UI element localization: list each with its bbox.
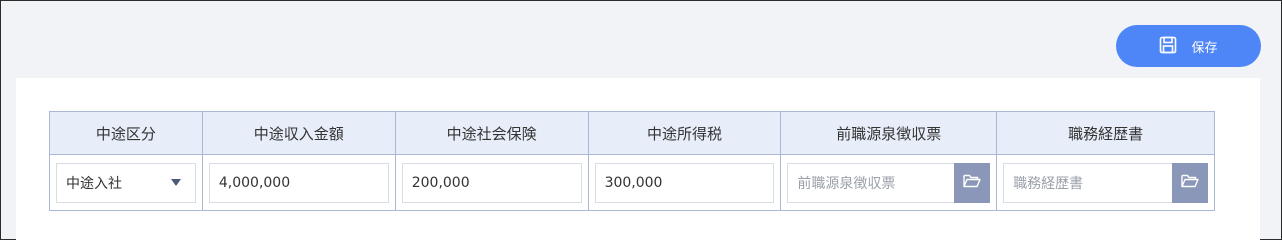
content-panel: 中途区分 中途収入金額 中途社会保険 中途所得税 前職源泉徴収票 職務経歴書 中… [16,78,1260,240]
folder-open-icon [1181,173,1199,192]
withholding-slip-cell: 前職源泉徴収票 [780,154,998,211]
resume-browse-button[interactable] [1172,162,1208,203]
social-insurance-cell: 200,000 [394,154,589,211]
folder-open-icon [963,173,981,192]
career-change-table: 中途区分 中途収入金額 中途社会保険 中途所得税 前職源泉徴収票 職務経歴書 中… [49,111,1215,211]
table-header-row: 中途区分 中途収入金額 中途社会保険 中途所得税 前職源泉徴収票 職務経歴書 [49,111,1215,155]
table-row: 中途入社 4,000,000 200,000 300,000 前職源泉徴収票 職… [49,154,1215,211]
header-category: 中途区分 [49,111,203,155]
resume-input[interactable]: 職務経歴書 [1003,162,1172,203]
save-button[interactable]: 保存 [1116,25,1261,67]
income-tax-input[interactable]: 300,000 [594,162,775,203]
header-withholding-slip: 前職源泉徴収票 [780,111,998,155]
floppy-disk-icon [1159,36,1177,57]
header-income-amount: 中途収入金額 [201,111,396,155]
category-select[interactable]: 中途入社 [56,162,196,203]
withholding-slip-input[interactable]: 前職源泉徴収票 [787,162,955,203]
withholding-slip-file-field: 前職源泉徴収票 [787,162,991,203]
resume-file-field: 職務経歴書 [1003,162,1208,203]
category-cell: 中途入社 [49,154,203,211]
header-income-tax: 中途所得税 [587,111,782,155]
social-insurance-input[interactable]: 200,000 [401,162,582,203]
withholding-slip-browse-button[interactable] [954,162,991,203]
income-amount-input[interactable]: 4,000,000 [208,162,389,203]
caret-down-icon [170,179,181,186]
header-social-insurance: 中途社会保険 [394,111,589,155]
app-frame: 保存 中途区分 中途収入金額 中途社会保険 中途所得税 前職源泉徴収票 職務経歴… [0,0,1282,240]
category-select-value: 中途入社 [66,175,122,192]
income-tax-cell: 300,000 [587,154,782,211]
resume-cell: 職務経歴書 [996,154,1215,211]
header-resume: 職務経歴書 [996,111,1215,155]
income-amount-cell: 4,000,000 [201,154,396,211]
save-button-label: 保存 [1191,39,1218,55]
